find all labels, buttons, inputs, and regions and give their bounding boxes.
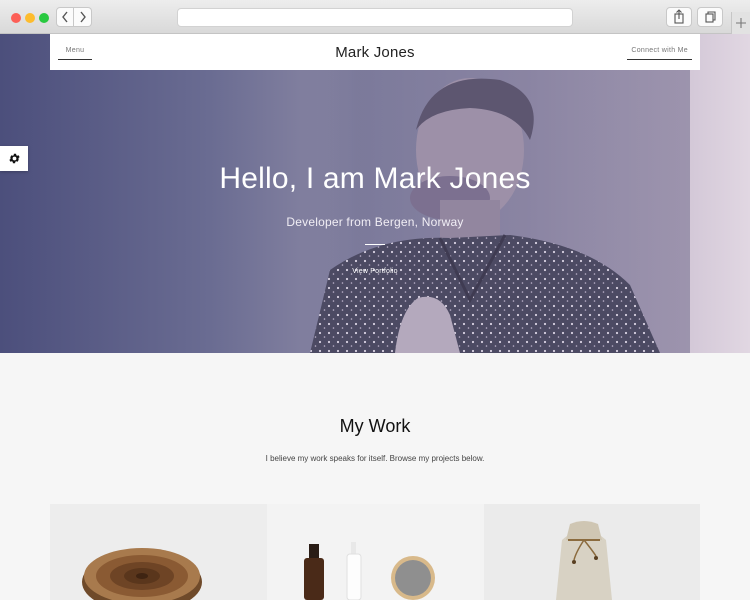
browser-toolbar: [0, 0, 750, 34]
work-description: I believe my work speaks for itself. Bro…: [265, 454, 485, 463]
hero-subheading: Developer from Bergen, Norway: [286, 215, 464, 229]
portrait-image: [300, 70, 690, 353]
address-bar[interactable]: [177, 8, 573, 27]
zoom-window-button[interactable]: [39, 13, 49, 23]
share-icon: [674, 9, 684, 24]
hero-heading: Hello, I am Mark Jones: [219, 162, 531, 195]
forward-button[interactable]: [74, 7, 92, 27]
cosmetics-image: [304, 542, 435, 600]
tabs-icon: [705, 11, 716, 23]
close-window-button[interactable]: [11, 13, 21, 23]
chevron-right-icon: [79, 11, 86, 23]
view-portfolio-link[interactable]: View Portfolio: [0, 268, 750, 275]
project-tile-sack[interactable]: [484, 504, 700, 600]
minimize-window-button[interactable]: [25, 13, 35, 23]
back-button[interactable]: [56, 7, 74, 27]
sack-image: [556, 521, 612, 600]
share-button[interactable]: [666, 7, 692, 27]
wood-slice-image: [82, 548, 202, 600]
plus-icon: [736, 18, 746, 28]
work-title: My Work: [339, 416, 411, 436]
project-tile-cosmetics[interactable]: [267, 504, 484, 600]
chevron-left-icon: [62, 11, 68, 23]
project-tile-wood[interactable]: [50, 504, 267, 600]
new-tab-button[interactable]: [731, 12, 750, 34]
hero-divider: [365, 244, 385, 245]
site-header: Menu Mark Jones Connect with Me: [50, 34, 700, 70]
hero-section: Menu Mark Jones Connect with Me Hello, I…: [0, 34, 750, 353]
show-tabs-button[interactable]: [697, 7, 723, 27]
connect-link[interactable]: Connect with Me: [627, 47, 692, 60]
site-title[interactable]: Mark Jones: [50, 44, 700, 61]
